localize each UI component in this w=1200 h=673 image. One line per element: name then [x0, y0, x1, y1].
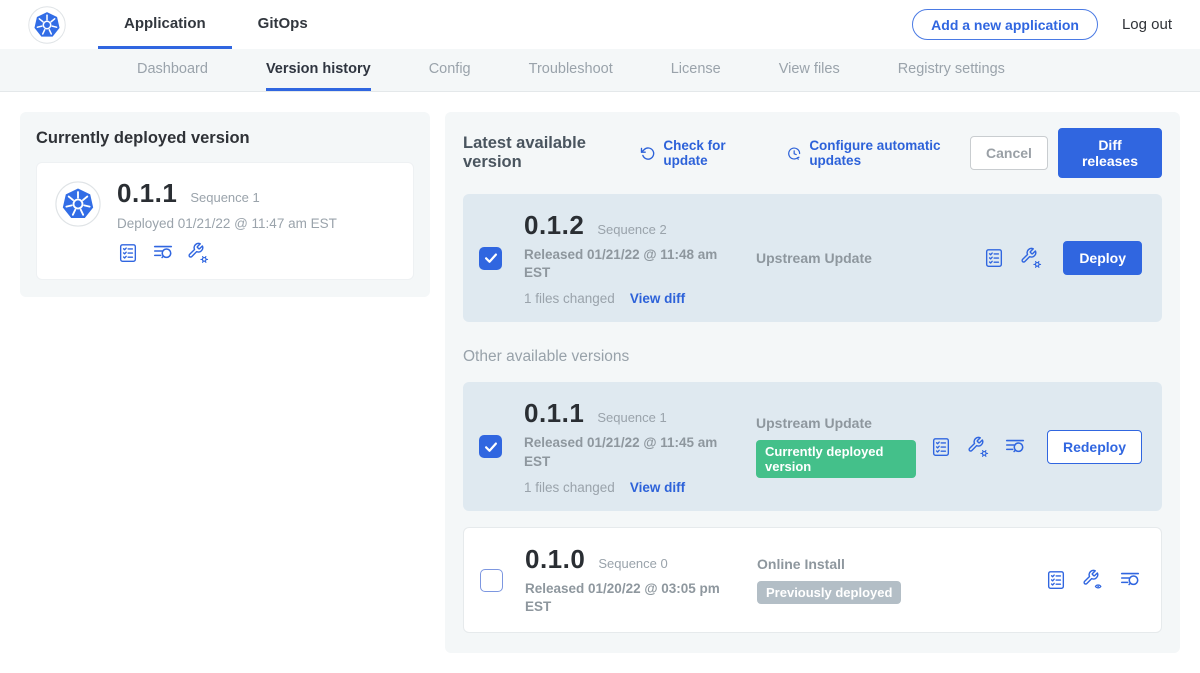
- app-icon: [55, 181, 101, 264]
- preflight-results-icon[interactable]: [1082, 569, 1104, 591]
- cancel-button[interactable]: Cancel: [970, 136, 1048, 170]
- sequence-label: Sequence 2: [597, 222, 666, 237]
- sequence-label: Sequence 1: [597, 410, 666, 425]
- check-for-update-link[interactable]: Check for update: [640, 138, 758, 168]
- version-row-0-1-2: 0.1.2 Sequence 2 Released 01/21/22 @ 11:…: [463, 194, 1162, 322]
- tab-gitops[interactable]: GitOps: [232, 0, 334, 49]
- other-versions-title: Other available versions: [463, 348, 1162, 366]
- version-source-label: Upstream Update: [756, 250, 969, 266]
- tab-application[interactable]: Application: [98, 0, 232, 49]
- currently-deployed-panel: Currently deployed version 0.1.1 Sequenc…: [20, 112, 430, 297]
- view-diff-link[interactable]: View diff: [630, 291, 685, 306]
- logout-link[interactable]: Log out: [1122, 16, 1172, 33]
- currently-deployed-badge: Currently deployed version: [756, 440, 916, 478]
- release-notes-icon[interactable]: [1045, 569, 1067, 591]
- kubernetes-logo: [28, 0, 66, 49]
- released-timestamp: Released 01/21/22 @ 11:48 am EST: [524, 246, 720, 282]
- configure-automatic-updates-link[interactable]: Configure automatic updates: [786, 138, 970, 168]
- subnav-tab-registry-settings[interactable]: Registry settings: [898, 49, 1005, 91]
- deploy-logs-icon[interactable]: [152, 242, 174, 264]
- schedule-update-icon: [786, 144, 802, 163]
- app-subnav: Dashboard Version history Config Trouble…: [0, 49, 1200, 92]
- deployed-version-card: 0.1.1 Sequence 1 Deployed 01/21/22 @ 11:…: [36, 162, 414, 280]
- subnav-tab-version-history[interactable]: Version history: [266, 49, 371, 91]
- files-changed-label: 1 files changed: [524, 480, 615, 495]
- preflight-checks-icon[interactable]: [187, 242, 209, 264]
- version-source-label: Online Install: [757, 556, 1031, 572]
- version-number: 0.1.2: [524, 210, 584, 241]
- subnav-tab-troubleshoot[interactable]: Troubleshoot: [529, 49, 613, 91]
- subnav-tab-license[interactable]: License: [671, 49, 721, 91]
- released-timestamp: Released 01/20/22 @ 03:05 pm EST: [525, 580, 721, 616]
- version-number: 0.1.0: [525, 544, 585, 575]
- version-number: 0.1.1: [524, 398, 584, 429]
- deploy-logs-icon[interactable]: [1119, 569, 1141, 591]
- released-timestamp: Released 01/21/22 @ 11:45 am EST: [524, 434, 720, 470]
- deploy-logs-icon[interactable]: [1004, 436, 1026, 458]
- version-row-0-1-1: 0.1.1 Sequence 1 Released 01/21/22 @ 11:…: [463, 382, 1162, 510]
- deployed-timestamp: Deployed 01/21/22 @ 11:47 am EST: [117, 216, 337, 231]
- app-tabs: Application GitOps: [98, 0, 334, 49]
- release-notes-icon[interactable]: [983, 247, 1005, 269]
- diff-releases-button[interactable]: Diff releases: [1058, 128, 1162, 178]
- latest-available-title: Latest available version: [463, 134, 624, 172]
- release-notes-icon[interactable]: [930, 436, 952, 458]
- version-checkbox[interactable]: [480, 569, 503, 592]
- subnav-tab-config[interactable]: Config: [429, 49, 471, 91]
- add-application-button[interactable]: Add a new application: [912, 9, 1098, 40]
- preflight-checks-icon[interactable]: [967, 436, 989, 458]
- previously-deployed-badge: Previously deployed: [757, 581, 901, 604]
- deploy-button[interactable]: Deploy: [1063, 241, 1142, 275]
- version-checkbox[interactable]: [479, 435, 502, 458]
- sequence-label: Sequence 0: [598, 556, 667, 571]
- version-source-label: Upstream Update: [756, 415, 916, 431]
- deployed-version-number: 0.1.1: [117, 178, 177, 209]
- version-checkbox[interactable]: [479, 247, 502, 270]
- view-diff-link[interactable]: View diff: [630, 480, 685, 495]
- subnav-tab-dashboard[interactable]: Dashboard: [137, 49, 208, 91]
- preflight-checks-icon[interactable]: [1020, 247, 1042, 269]
- checkmark-icon: [482, 249, 500, 267]
- files-changed-label: 1 files changed: [524, 291, 615, 306]
- deployed-sequence-label: Sequence 1: [190, 190, 259, 205]
- top-nav: Application GitOps Add a new application…: [0, 0, 1200, 49]
- available-versions-panel: Latest available version Check for updat…: [445, 112, 1180, 653]
- refresh-icon: [640, 144, 656, 163]
- checkmark-icon: [482, 438, 500, 456]
- subnav-tab-view-files[interactable]: View files: [779, 49, 840, 91]
- release-notes-icon[interactable]: [117, 242, 139, 264]
- version-row-0-1-0: 0.1.0 Sequence 0 Released 01/20/22 @ 03:…: [463, 527, 1162, 633]
- deployed-panel-title: Currently deployed version: [36, 129, 414, 148]
- redeploy-button[interactable]: Redeploy: [1047, 430, 1142, 464]
